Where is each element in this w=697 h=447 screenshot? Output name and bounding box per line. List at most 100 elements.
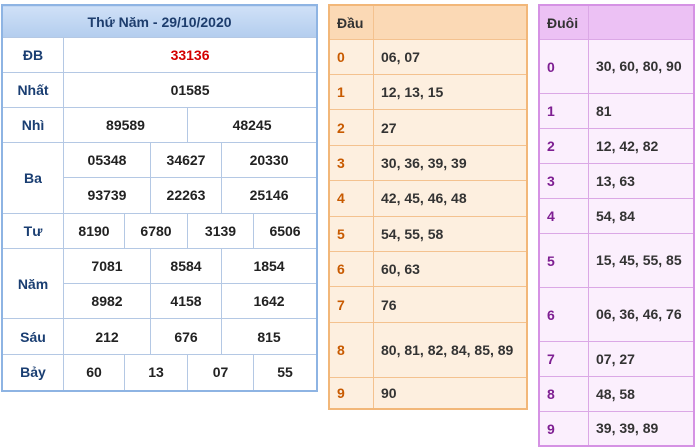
duoi-digit: 6 — [539, 287, 589, 342]
prize-value-nhi: 89589 — [63, 106, 188, 144]
dau-values: 27 — [373, 109, 527, 146]
prize-value-ba: 34627 — [150, 142, 222, 179]
prize-value-bay: 07 — [187, 353, 254, 392]
dau-values: 12, 13, 15 — [373, 73, 527, 111]
prize-value-tu: 6506 — [252, 212, 318, 249]
dau-row: 3 30, 36, 39, 39 — [329, 144, 527, 182]
duoi-row: 5 15, 45, 55, 85 — [539, 233, 694, 288]
prize-row-tu: Tư 8190 6780 3139 6506 — [2, 212, 318, 249]
dau-table: Đầu 0 06, 07 1 12, 13, 15 2 27 3 30, 36, 39,… — [328, 4, 528, 410]
prize-value-bay: 60 — [63, 353, 125, 392]
dau-digit: 5 — [329, 215, 374, 253]
duoi-digit: 4 — [539, 198, 589, 234]
dau-values: 76 — [373, 286, 527, 323]
prize-label-bay: Bảy — [2, 353, 64, 392]
prize-value-tu: 8190 — [63, 212, 125, 249]
prize-value-nhi: 48245 — [186, 106, 318, 144]
prize-label-db: ĐB — [2, 37, 64, 73]
prize-row-ba: Ba 05348 34627 20330 — [2, 142, 318, 214]
dau-values: 80, 81, 82, 84, 85, 89 — [373, 321, 527, 378]
dau-digit: 2 — [329, 109, 374, 146]
duoi-row: 6 06, 36, 46, 76 — [539, 287, 694, 342]
dau-digit: 7 — [329, 286, 374, 323]
duoi-row: 4 54, 84 — [539, 198, 694, 234]
dau-values: 42, 45, 46, 48 — [373, 180, 527, 217]
prize-value-ba: 05348 — [63, 142, 151, 179]
prize-row-db: ĐB 33136 — [2, 37, 318, 73]
prize-value-nam: 8584 — [150, 247, 222, 285]
dau-row: 6 60, 63 — [329, 251, 527, 288]
prize-value-sau: 676 — [150, 318, 222, 355]
dau-digit: 1 — [329, 73, 374, 111]
duoi-header-blank — [588, 5, 694, 40]
duoi-digit: 2 — [539, 128, 589, 164]
dau-digit: 0 — [329, 39, 374, 75]
result-title: Thứ Năm - 29/10/2020 — [1, 4, 318, 39]
dau-values: 90 — [373, 376, 527, 410]
prize-value-bay: 13 — [124, 353, 188, 392]
prize-value-ba: 22263 — [150, 177, 222, 214]
prize-label-sau: Sáu — [2, 318, 64, 355]
duoi-values: 54, 84 — [588, 198, 694, 234]
duoi-digit: 0 — [539, 39, 589, 94]
dau-values: 60, 63 — [373, 251, 527, 288]
prize-label-nhi: Nhì — [2, 106, 64, 144]
duoi-values: 13, 63 — [588, 163, 694, 199]
dau-row: 7 76 — [329, 286, 527, 323]
prize-value-nam: 1854 — [220, 247, 318, 285]
prize-value-nhat: 01585 — [62, 71, 318, 108]
dau-header-blank — [373, 4, 527, 41]
prize-row-nhi: Nhì 89589 48245 — [2, 106, 318, 144]
duoi-values: 12, 42, 82 — [588, 128, 694, 164]
prize-row-nam: Năm 7081 8584 1854 — [2, 247, 318, 320]
duoi-row: 9 39, 39, 89 — [539, 411, 694, 446]
duoi-table: Đuôi 0 30, 60, 80, 90 1 81 2 12, 42, 82 3 13… — [538, 4, 695, 447]
dau-row: 0 06, 07 — [329, 39, 527, 75]
prize-row-nhat: Nhất 01585 — [2, 71, 318, 108]
prize-value-ba: 20330 — [220, 142, 318, 179]
dau-row: 9 90 — [329, 376, 527, 410]
prize-value-sau: 212 — [63, 318, 151, 355]
duoi-digit: 8 — [539, 376, 589, 412]
prize-label-nhat: Nhất — [2, 71, 64, 108]
duoi-values: 30, 60, 80, 90 — [588, 39, 694, 94]
dau-row: 4 42, 45, 46, 48 — [329, 180, 527, 217]
lottery-result-table: Thứ Năm - 29/10/2020 ĐB 33136 Nhất 01585… — [0, 4, 319, 392]
prize-value-bay: 55 — [252, 353, 318, 392]
dau-row: 2 27 — [329, 109, 527, 146]
dau-row: 1 12, 13, 15 — [329, 73, 527, 111]
duoi-header-row: Đuôi — [539, 5, 694, 40]
dau-digit: 6 — [329, 251, 374, 288]
duoi-digit: 7 — [539, 341, 589, 377]
duoi-digit: 9 — [539, 411, 589, 446]
prize-row-bay: Bảy 60 13 07 55 — [2, 353, 318, 392]
duoi-row: 1 81 — [539, 93, 694, 129]
duoi-digit: 5 — [539, 233, 589, 288]
duoi-values: 15, 45, 55, 85 — [588, 233, 694, 288]
duoi-digit: 1 — [539, 93, 589, 129]
prize-value-tu: 6780 — [124, 212, 188, 249]
dau-values: 30, 36, 39, 39 — [373, 144, 527, 182]
dau-header-row: Đầu — [329, 4, 527, 41]
prize-value-ba: 25146 — [220, 177, 318, 214]
dau-digit: 9 — [329, 376, 374, 410]
duoi-values: 81 — [588, 93, 694, 129]
prize-row-sau: Sáu 212 676 815 — [2, 318, 318, 355]
dau-values: 54, 55, 58 — [373, 215, 527, 253]
dau-header: Đầu — [329, 4, 374, 41]
prize-value-nam: 1642 — [220, 283, 318, 320]
prize-value-nam: 7081 — [63, 247, 151, 285]
duoi-row: 7 07, 27 — [539, 341, 694, 377]
prize-value-db: 33136 — [62, 37, 318, 73]
duoi-values: 07, 27 — [588, 341, 694, 377]
dau-row: 8 80, 81, 82, 84, 85, 89 — [329, 321, 527, 378]
prize-value-tu: 3139 — [187, 212, 254, 249]
prize-label-tu: Tư — [2, 212, 64, 249]
duoi-header: Đuôi — [539, 5, 589, 40]
prize-value-nam: 4158 — [150, 283, 222, 320]
prize-value-ba: 93739 — [63, 177, 151, 214]
prize-label-ba: Ba — [2, 142, 64, 214]
prize-label-nam: Năm — [2, 247, 64, 320]
prize-value-sau: 815 — [220, 318, 318, 355]
dau-digit: 4 — [329, 180, 374, 217]
